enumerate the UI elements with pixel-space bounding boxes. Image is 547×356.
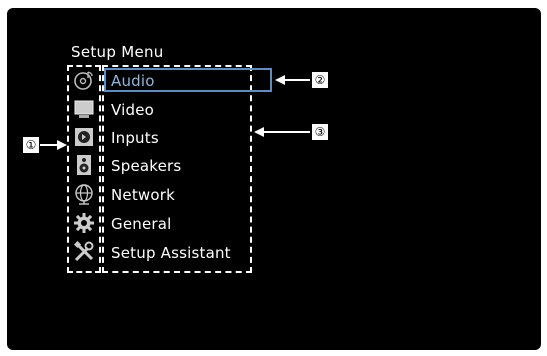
callout-arrows <box>40 75 310 150</box>
callout-label-1: ① <box>22 136 40 154</box>
callout-label-3: ③ <box>311 123 329 141</box>
callout-label-2: ② <box>311 71 329 89</box>
